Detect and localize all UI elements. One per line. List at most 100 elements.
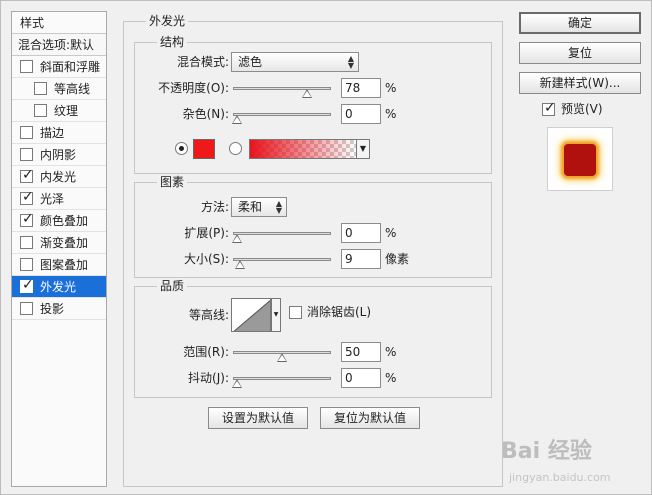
noise-unit: % xyxy=(385,107,397,121)
chevron-down-icon: ▼ xyxy=(273,311,279,318)
range-input[interactable]: 50 xyxy=(341,342,381,362)
jitter-input[interactable]: 0 xyxy=(341,368,381,388)
style-item[interactable]: 等高线 xyxy=(12,78,106,100)
opacity-slider[interactable] xyxy=(233,78,331,98)
style-preview-box xyxy=(547,127,613,191)
size-input[interactable]: 9 xyxy=(341,249,381,269)
size-slider[interactable] xyxy=(233,249,331,269)
contour-curve-icon xyxy=(233,300,270,331)
style-item[interactable]: 内阴影 xyxy=(12,144,106,166)
style-item-label: 内发光 xyxy=(40,170,77,184)
reset-default-button[interactable]: 复位为默认值 xyxy=(320,407,420,429)
range-label: 范围(R): xyxy=(183,345,229,359)
quality-group: 品质 等高线: ▼ 消除锯齿(L) 范围(R): 50 % 抖动(J): 0 % xyxy=(134,279,492,398)
style-item[interactable]: 投影 xyxy=(12,298,106,320)
blend-mode-label: 混合模式: xyxy=(176,55,229,69)
checkmark-icon: ✓ xyxy=(22,211,34,227)
gradient-radio[interactable] xyxy=(229,142,242,155)
style-item-label: 投影 xyxy=(40,302,65,316)
contour-dropdown-button[interactable]: ▼ xyxy=(271,298,281,332)
style-item-checkbox[interactable]: ✓ xyxy=(20,189,34,205)
style-item[interactable]: 斜面和浮雕 xyxy=(12,56,106,78)
blend-mode-select[interactable]: 滤色 ▲ ▼ xyxy=(231,52,359,72)
style-item[interactable]: ✓ 颜色叠加 xyxy=(12,210,106,232)
styles-header[interactable]: 样式 xyxy=(12,12,106,34)
style-item-label: 外发光 xyxy=(40,280,77,294)
style-item[interactable]: 描边 xyxy=(12,122,106,144)
style-item-checkbox[interactable] xyxy=(34,82,47,95)
checkmark-icon: ✓ xyxy=(22,189,34,205)
style-item-checkbox[interactable] xyxy=(20,258,33,271)
spread-slider[interactable] xyxy=(232,223,331,243)
jitter-slider-thumb[interactable] xyxy=(232,379,242,388)
style-item-checkbox[interactable] xyxy=(20,236,33,249)
layer-style-dialog: 样式 混合选项:默认 斜面和浮雕等高线纹理描边内阴影 ✓ 内发光 ✓ 光泽 ✓ 颜色叠加渐变… xyxy=(0,0,652,495)
style-item-label: 描边 xyxy=(40,126,65,140)
style-item[interactable]: ✓ 光泽 xyxy=(12,188,106,210)
new-style-button[interactable]: 新建样式(W)... xyxy=(519,72,641,94)
style-item-checkbox[interactable]: ✓ xyxy=(20,167,34,183)
opacity-input[interactable]: 78 xyxy=(341,78,381,98)
style-item-checkbox[interactable] xyxy=(20,148,33,161)
checkmark-icon: ✓ xyxy=(544,100,556,116)
panel-title: 外发光 xyxy=(146,14,189,28)
blending-options-item[interactable]: 混合选项:默认 xyxy=(12,34,106,56)
solid-color-radio[interactable] xyxy=(175,142,188,155)
style-item-checkbox[interactable] xyxy=(20,302,33,315)
structure-title: 结构 xyxy=(157,35,188,49)
style-item-checkbox[interactable] xyxy=(34,104,47,117)
spread-label: 扩展(P): xyxy=(184,226,229,240)
noise-input[interactable]: 0 xyxy=(341,104,381,124)
style-item[interactable]: ✓ 内发光 xyxy=(12,166,106,188)
style-item-label: 图案叠加 xyxy=(40,258,89,272)
style-item-checkbox[interactable] xyxy=(20,126,33,139)
style-list: 样式 混合选项:默认 斜面和浮雕等高线纹理描边内阴影 ✓ 内发光 ✓ 光泽 ✓ 颜色叠加渐变… xyxy=(11,11,107,487)
gradient-picker[interactable] xyxy=(249,139,357,159)
technique-value: 柔和 xyxy=(238,200,263,214)
chevron-down-icon: ▼ xyxy=(359,144,367,153)
reset-button[interactable]: 复位 xyxy=(519,42,641,64)
style-item-checkbox[interactable]: ✓ xyxy=(20,211,34,227)
antialias-checkbox[interactable] xyxy=(289,306,302,319)
style-item[interactable]: 纹理 xyxy=(12,100,106,122)
spread-slider-thumb[interactable] xyxy=(232,234,242,243)
outer-glow-group: 外发光 结构 混合模式: 滤色 ▲▼ 不透明度(O): 78 % 杂色(N): xyxy=(123,14,503,487)
range-slider-thumb[interactable] xyxy=(277,353,287,362)
select-arrows-icon: ▲ ▼ xyxy=(347,54,354,70)
range-slider[interactable] xyxy=(233,342,331,362)
antialias-label: 消除锯齿(L) xyxy=(307,305,372,319)
style-item-label: 光泽 xyxy=(40,192,65,206)
spread-input[interactable]: 0 xyxy=(341,223,381,243)
checkmark-icon: ✓ xyxy=(22,277,34,293)
make-default-button[interactable]: 设置为默认值 xyxy=(208,407,308,429)
jitter-slider[interactable] xyxy=(232,368,331,388)
elements-group: 图素 方法: 柔和 ▲ ▼ 扩展(P): 0 % 大小(S): 9 像素 xyxy=(134,175,492,278)
gradient-dropdown-button[interactable]: ▼ xyxy=(356,139,370,159)
spread-unit: % xyxy=(385,226,397,240)
style-item[interactable]: 渐变叠加 xyxy=(12,232,106,254)
contour-label: 等高线: xyxy=(188,308,229,322)
style-item-label: 渐变叠加 xyxy=(40,236,89,250)
structure-group: 结构 混合模式: 滤色 ▲ ▼ 不透明度(O): 78 % 杂色(N): 0 %… xyxy=(134,35,492,174)
technique-select[interactable]: 柔和 ▲ ▼ xyxy=(231,197,287,217)
glow-color-swatch[interactable] xyxy=(193,139,215,159)
technique-label: 方法: xyxy=(200,200,229,214)
contour-picker[interactable] xyxy=(231,298,271,332)
ok-button[interactable]: 确定 xyxy=(519,12,641,34)
size-unit: 像素 xyxy=(385,252,410,266)
style-item-label: 内阴影 xyxy=(40,148,77,162)
style-item-label: 斜面和浮雕 xyxy=(40,60,101,74)
opacity-label: 不透明度(O): xyxy=(158,81,229,95)
preview-checkbox[interactable]: ✓ xyxy=(542,100,556,116)
size-slider-thumb[interactable] xyxy=(235,260,246,269)
outer-glow-panel: 外发光 结构 混合模式: 滤色 ▲▼ 不透明度(O): 78 % 杂色(N): xyxy=(123,13,503,487)
style-item-checkbox[interactable] xyxy=(20,60,33,73)
noise-slider-thumb[interactable] xyxy=(232,115,242,124)
style-item[interactable]: 图案叠加 xyxy=(12,254,106,276)
style-item[interactable]: ✓ 外发光 xyxy=(12,276,106,298)
preview-label: 预览(V) xyxy=(561,102,603,116)
style-item-checkbox[interactable]: ✓ xyxy=(20,277,34,293)
noise-slider[interactable] xyxy=(232,104,331,124)
style-item-label: 纹理 xyxy=(54,104,79,118)
opacity-slider-thumb[interactable] xyxy=(302,89,313,98)
